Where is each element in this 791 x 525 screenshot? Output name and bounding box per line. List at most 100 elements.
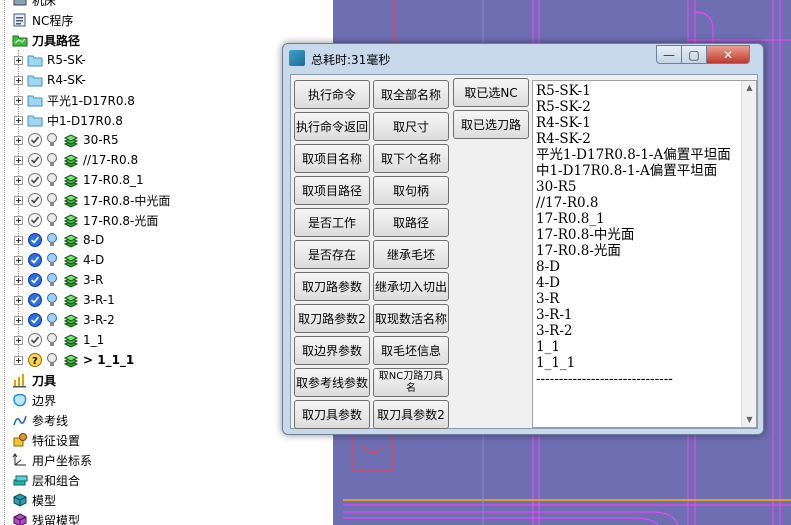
tree-item[interactable]: 刀具	[0, 370, 58, 390]
command-button[interactable]: 取全部名称	[373, 80, 449, 109]
command-button[interactable]: 取刀路参数2	[294, 304, 370, 333]
expand-toggle-icon[interactable]	[14, 235, 23, 245]
expand-toggle-icon[interactable]	[14, 115, 23, 125]
output-textbox[interactable]: R5-SK-1 R5-SK-2 R4-SK-1 R4-SK-2 平光1-D17R0.8-…	[532, 80, 757, 428]
active-check-icon[interactable]	[27, 232, 43, 248]
command-button[interactable]: 取毛坯信息	[373, 336, 449, 365]
tree-item[interactable]: 层和组合	[0, 470, 82, 490]
tree-item[interactable]: 中1-D17R0.8	[14, 110, 125, 130]
tree-item[interactable]: R4-SK-	[14, 70, 88, 90]
active-check-icon[interactable]	[27, 292, 43, 308]
minimize-button[interactable]: —	[656, 45, 682, 64]
visibility-bulb-icon[interactable]	[45, 312, 61, 328]
question-status-icon[interactable]: ?	[27, 352, 43, 368]
command-button[interactable]: 取尺寸	[373, 112, 449, 141]
tree-item[interactable]: 边界	[0, 390, 58, 410]
command-button[interactable]: 是否存在	[294, 240, 370, 269]
tree-item[interactable]: 机床	[0, 0, 58, 10]
command-button[interactable]: 继承切入切出	[373, 272, 449, 301]
visibility-bulb-icon[interactable]	[45, 292, 61, 308]
expand-toggle-icon[interactable]	[14, 55, 23, 65]
command-button[interactable]: 执行命令	[294, 80, 370, 109]
expand-toggle-icon[interactable]	[14, 335, 23, 345]
expand-toggle-icon[interactable]	[14, 155, 23, 165]
tree-item[interactable]: 3-R	[14, 270, 105, 290]
visibility-bulb-icon[interactable]	[45, 332, 61, 348]
tree-item[interactable]: 刀具路径	[0, 30, 82, 50]
command-button[interactable]: 取项目路径	[294, 176, 370, 205]
scroll-up-arrow-icon[interactable]: ▲	[743, 81, 756, 95]
tree-item[interactable]: 8-D	[14, 230, 106, 250]
active-check-icon[interactable]	[27, 252, 43, 268]
expand-toggle-icon[interactable]	[14, 195, 23, 205]
active-check-icon[interactable]	[27, 192, 43, 208]
command-button[interactable]: 取刀路参数	[294, 272, 370, 301]
expand-toggle-icon[interactable]	[14, 295, 23, 305]
tree-item[interactable]: ? > 1_1_1	[14, 350, 136, 370]
tree-item[interactable]: //17-R0.8	[14, 150, 140, 170]
command-button[interactable]: 取参考线参数	[294, 368, 370, 397]
active-check-icon[interactable]	[27, 312, 43, 328]
active-check-icon[interactable]	[27, 332, 43, 348]
expand-toggle-icon[interactable]	[14, 95, 23, 105]
command-button[interactable]: 是否工作	[294, 208, 370, 237]
command-button[interactable]: 取句柄	[373, 176, 449, 205]
command-button[interactable]: 取已选刀路	[453, 110, 529, 139]
command-button[interactable]: 取NC刀路刀具名	[373, 368, 449, 397]
active-check-icon[interactable]	[27, 172, 43, 188]
command-button[interactable]: 继承毛坯	[373, 240, 449, 269]
tree-item[interactable]: 1_1	[14, 330, 106, 350]
command-button[interactable]: 取刀具参数	[294, 400, 370, 429]
visibility-bulb-icon[interactable]	[45, 252, 61, 268]
active-check-icon[interactable]	[27, 272, 43, 288]
expand-toggle-icon[interactable]	[14, 75, 23, 85]
expand-toggle-icon[interactable]	[14, 355, 23, 365]
tree-item[interactable]: 17-R0.8-光面	[14, 210, 160, 230]
tree-item[interactable]: 3-R-1	[14, 290, 117, 310]
tree-item[interactable]: 特征设置	[0, 430, 82, 450]
tree-item[interactable]: 3-R-2	[14, 310, 117, 330]
tree-item-label: R5-SK-	[47, 53, 86, 67]
command-button[interactable]: 取现数活名称	[373, 304, 449, 333]
tree-item[interactable]: R5-SK-	[14, 50, 88, 70]
expand-toggle-icon[interactable]	[14, 255, 23, 265]
command-button[interactable]: 取路径	[373, 208, 449, 237]
tree-item[interactable]: 4-D	[14, 250, 106, 270]
command-button[interactable]: 取边界参数	[294, 336, 370, 365]
close-button[interactable]: ✕	[706, 45, 750, 64]
tree-item[interactable]: 参考线	[0, 410, 70, 430]
vertical-scrollbar[interactable]: ▲ ▼	[741, 81, 756, 427]
tree-item[interactable]: NC程序	[0, 10, 75, 30]
active-check-icon[interactable]	[27, 152, 43, 168]
visibility-bulb-icon[interactable]	[45, 232, 61, 248]
visibility-bulb-icon[interactable]	[45, 212, 61, 228]
visibility-bulb-icon[interactable]	[45, 132, 61, 148]
dialog-titlebar[interactable]: 总耗时:31毫秒 — ▢ ✕	[283, 44, 763, 74]
expand-toggle-icon[interactable]	[14, 135, 23, 145]
scroll-down-arrow-icon[interactable]: ▼	[743, 413, 756, 427]
command-button[interactable]: 执行命令返回	[294, 112, 370, 141]
tree-item[interactable]: 17-R0.8-中光面	[14, 190, 172, 210]
visibility-bulb-icon[interactable]	[45, 272, 61, 288]
expand-toggle-icon[interactable]	[14, 275, 23, 285]
expand-toggle-icon[interactable]	[14, 175, 23, 185]
tree-item[interactable]: 17-R0.8_1	[14, 170, 146, 190]
maximize-button[interactable]: ▢	[681, 45, 707, 64]
visibility-bulb-icon[interactable]	[45, 192, 61, 208]
tree-item[interactable]: 残留模型	[0, 510, 82, 525]
command-button[interactable]: 取项目名称	[294, 144, 370, 173]
expand-toggle-icon[interactable]	[14, 215, 23, 225]
tree-item[interactable]: 30-R5	[14, 130, 121, 150]
tree-item[interactable]: 模型	[0, 490, 58, 510]
visibility-bulb-icon[interactable]	[45, 352, 61, 368]
command-button[interactable]: 取已选NC	[453, 78, 529, 107]
visibility-bulb-icon[interactable]	[45, 172, 61, 188]
command-button[interactable]: 取刀具参数2	[373, 400, 449, 429]
visibility-bulb-icon[interactable]	[45, 152, 61, 168]
tree-item[interactable]: 用户坐标系	[0, 450, 94, 470]
active-check-icon[interactable]	[27, 132, 43, 148]
expand-toggle-icon[interactable]	[14, 315, 23, 325]
active-check-icon[interactable]	[27, 212, 43, 228]
command-button[interactable]: 取下个名称	[373, 144, 449, 173]
tree-item[interactable]: 平光1-D17R0.8	[14, 90, 137, 110]
